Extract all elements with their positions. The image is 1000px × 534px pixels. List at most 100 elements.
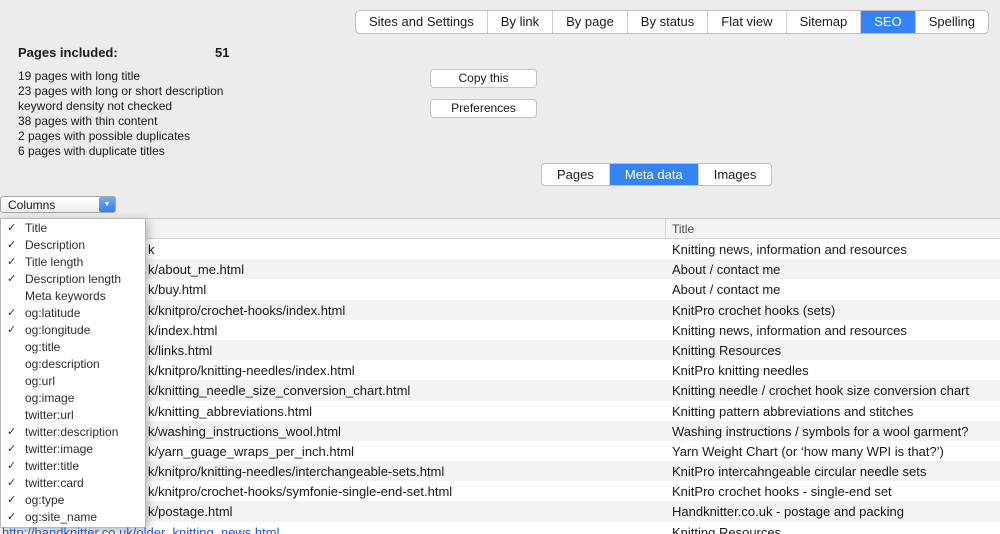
tab-flat-view[interactable]: Flat view	[708, 11, 786, 33]
menu-item-og-latitude[interactable]: ✓ og:latitude	[1, 305, 145, 322]
menu-item-og-image[interactable]: ✓ og:image	[1, 390, 145, 407]
view-tabbar: Sites and Settings By link By page By st…	[355, 10, 989, 34]
url-cell: k/washing_instructions_wool.html	[148, 424, 341, 439]
tab-sitemap[interactable]: Sitemap	[787, 11, 862, 33]
url-cell: k/knitpro/crochet-hooks/symfonie-single-…	[148, 484, 452, 499]
url-link[interactable]: http://handknitter.co.uk/older_knitting_…	[2, 525, 280, 534]
title-cell: Knitting news, information and resources	[672, 323, 907, 338]
table-row[interactable]: k/knitpro/crochet-hooks/symfonie-single-…	[0, 481, 1000, 501]
table-row[interactable]: k/postage.html Handknitter.co.uk - posta…	[0, 501, 1000, 521]
menu-item-label: twitter:title	[25, 459, 79, 473]
table-row[interactable]: http://handknitter.co.uk/older_knitting_…	[0, 522, 1000, 534]
url-cell: k/about_me.html	[148, 262, 244, 277]
menu-item-twitter-url[interactable]: ✓ twitter:url	[1, 407, 145, 424]
table-row[interactable]: k/index.html Knitting news, information …	[0, 320, 1000, 340]
tab-spelling[interactable]: Spelling	[916, 11, 988, 33]
menu-item-label: twitter:url	[25, 408, 74, 422]
menu-item-label: Description length	[25, 272, 121, 286]
menu-item-title-length[interactable]: ✓ Title length	[1, 254, 145, 271]
menu-item-description[interactable]: ✓ Description	[1, 237, 145, 254]
tab-by-page[interactable]: By page	[553, 11, 628, 33]
pages-included-count: 51	[215, 45, 229, 60]
columns-dropdown-button[interactable]: Columns ▼	[0, 196, 116, 213]
title-cell: Knitting news, information and resources	[672, 242, 907, 257]
title-cell: KnitPro knitting needles	[672, 363, 809, 378]
check-icon: ✓	[7, 254, 16, 271]
menu-item-label: og:site_name	[25, 510, 97, 524]
menu-item-twitter-title[interactable]: ✓ twitter:title	[1, 458, 145, 475]
stat-duplicate-titles: 6 pages with duplicate titles	[18, 144, 223, 159]
check-icon: ✓	[7, 475, 16, 492]
url-cell: k/knitpro/knitting-needles/index.html	[148, 363, 355, 378]
menu-item-og-site-name[interactable]: ✓ og:site_name	[1, 509, 145, 526]
dropdown-arrow-icon: ▼	[99, 197, 115, 212]
menu-item-meta-keywords[interactable]: ✓ Meta keywords	[1, 288, 145, 305]
columns-dropdown-menu: ✓ Title ✓ Description ✓ Title length ✓ D…	[0, 218, 146, 528]
title-cell: KnitPro crochet hooks (sets)	[672, 303, 835, 318]
seo-summary-stats: 19 pages with long title 23 pages with l…	[18, 69, 223, 159]
menu-item-label: Title length	[25, 255, 83, 269]
table-row[interactable]: k/buy.html About / contact me	[0, 279, 1000, 299]
menu-item-label: og:url	[25, 374, 55, 388]
title-cell: Washing instructions / symbols for a woo…	[672, 424, 968, 439]
menu-item-twitter-card[interactable]: ✓ twitter:card	[1, 475, 145, 492]
tab-by-status[interactable]: By status	[628, 11, 708, 33]
menu-item-og-longitude[interactable]: ✓ og:longitude	[1, 322, 145, 339]
menu-item-og-title[interactable]: ✓ og:title	[1, 339, 145, 356]
tab-sites-and-settings[interactable]: Sites and Settings	[356, 11, 488, 33]
table-row[interactable]: k/knitting_abbreviations.html Knitting p…	[0, 401, 1000, 421]
url-cell: k/index.html	[148, 323, 217, 338]
url-cell: k/knitpro/crochet-hooks/index.html	[148, 303, 345, 318]
segment-pages[interactable]: Pages	[542, 164, 610, 185]
menu-item-og-description[interactable]: ✓ og:description	[1, 356, 145, 373]
url-cell: k/yarn_guage_wraps_per_inch.html	[148, 444, 354, 459]
menu-item-label: twitter:description	[25, 425, 118, 439]
check-icon: ✓	[7, 322, 16, 339]
check-icon: ✓	[7, 509, 16, 526]
table-row[interactable]: k Knitting news, information and resourc…	[0, 239, 1000, 259]
title-cell: KnitPro intercahngeable circular needle …	[672, 464, 926, 479]
segment-images[interactable]: Images	[699, 164, 772, 185]
table-row[interactable]: k/links.html Knitting Resources	[0, 340, 1000, 360]
menu-item-title[interactable]: ✓ Title	[1, 220, 145, 237]
table-header-row: Title	[0, 218, 1000, 239]
title-cell: About / contact me	[672, 262, 780, 277]
menu-item-twitter-description[interactable]: ✓ twitter:description	[1, 424, 145, 441]
menu-item-description-length[interactable]: ✓ Description length	[1, 271, 145, 288]
stat-keyword-density: keyword density not checked	[18, 99, 223, 114]
menu-item-og-type[interactable]: ✓ og:type	[1, 492, 145, 509]
table-row[interactable]: k/yarn_guage_wraps_per_inch.html Yarn We…	[0, 441, 1000, 461]
check-icon: ✓	[7, 305, 16, 322]
stat-possible-duplicates: 2 pages with possible duplicates	[18, 129, 223, 144]
stat-long-title: 19 pages with long title	[18, 69, 223, 84]
menu-item-label: twitter:image	[25, 442, 93, 456]
tab-by-link[interactable]: By link	[488, 11, 553, 33]
column-separator	[665, 219, 666, 238]
url-cell: k/buy.html	[148, 282, 206, 297]
title-cell: KnitPro crochet hooks - single-end set	[672, 484, 892, 499]
menu-item-label: twitter:card	[25, 476, 84, 490]
title-cell: About / contact me	[672, 282, 780, 297]
title-cell: Handknitter.co.uk - postage and packing	[672, 504, 904, 519]
menu-item-label: og:image	[25, 391, 74, 405]
url-cell: k/links.html	[148, 343, 212, 358]
table-row[interactable]: k/knitpro/knitting-needles/index.html Kn…	[0, 360, 1000, 380]
segment-meta-data[interactable]: Meta data	[610, 164, 699, 185]
copy-this-button[interactable]: Copy this	[430, 69, 537, 88]
check-icon: ✓	[7, 424, 16, 441]
table-row[interactable]: k/washing_instructions_wool.html Washing…	[0, 421, 1000, 441]
menu-item-twitter-image[interactable]: ✓ twitter:image	[1, 441, 145, 458]
menu-item-og-url[interactable]: ✓ og:url	[1, 373, 145, 390]
menu-item-label: Title	[25, 221, 47, 235]
table-row[interactable]: k/knitting_needle_size_conversion_chart.…	[0, 380, 1000, 400]
table-row[interactable]: k/about_me.html About / contact me	[0, 259, 1000, 279]
check-icon: ✓	[7, 492, 16, 509]
title-column-header[interactable]: Title	[672, 222, 694, 236]
table-row[interactable]: k/knitpro/knitting-needles/interchangeab…	[0, 461, 1000, 481]
table-body: k Knitting news, information and resourc…	[0, 239, 1000, 534]
table-row[interactable]: k/knitpro/crochet-hooks/index.html KnitP…	[0, 300, 1000, 320]
url-cell: k/knitting_needle_size_conversion_chart.…	[148, 383, 410, 398]
menu-item-label: og:latitude	[25, 306, 80, 320]
preferences-button[interactable]: Preferences	[430, 99, 537, 118]
tab-seo[interactable]: SEO	[861, 11, 915, 33]
